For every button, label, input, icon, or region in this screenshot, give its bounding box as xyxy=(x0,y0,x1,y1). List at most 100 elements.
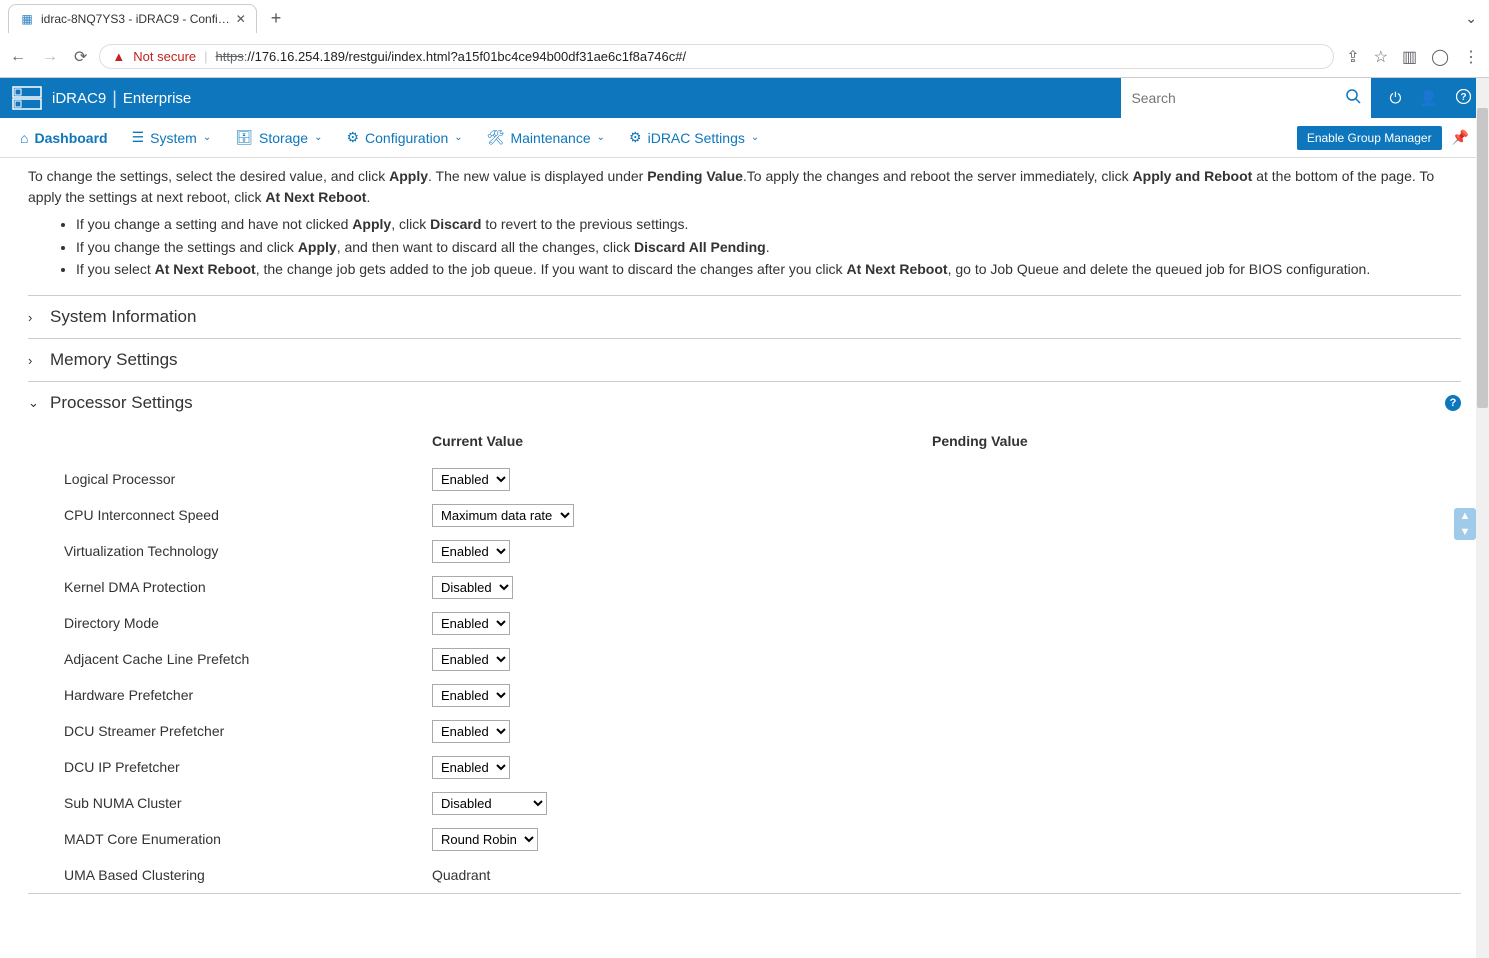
search-icon[interactable] xyxy=(1346,89,1361,108)
setting-label: Sub NUMA Cluster xyxy=(52,795,432,811)
warning-icon: ▲ xyxy=(112,49,125,64)
settings-row: Hardware PrefetcherEnabled xyxy=(52,677,1461,713)
section-title: System Information xyxy=(50,307,196,327)
column-pending-value: Pending Value xyxy=(932,433,1028,449)
header-search[interactable] xyxy=(1121,78,1371,118)
help-icon[interactable]: ? xyxy=(1456,89,1471,108)
setting-label: DCU IP Prefetcher xyxy=(52,759,432,775)
not-secure-label: Not secure xyxy=(133,49,196,64)
setting-label: UMA Based Clustering xyxy=(52,867,432,883)
app-container: iDRAC9 | Enterprise ⏻ 👤 ? ⌂ xyxy=(0,78,1489,958)
setting-select[interactable]: Disabled xyxy=(432,792,547,815)
settings-row: MADT Core EnumerationRound Robin xyxy=(52,821,1461,857)
chevron-down-icon: ⌄ xyxy=(751,132,759,143)
setting-select[interactable]: Enabled xyxy=(432,684,510,707)
sliders-icon: ⚙ xyxy=(346,129,359,146)
instructions: To change the settings, select the desir… xyxy=(28,166,1461,281)
nav-configuration[interactable]: ⚙ Configuration ⌄ xyxy=(346,129,462,146)
panel-icon[interactable]: ▥ xyxy=(1402,47,1417,67)
pin-icon[interactable]: 📌 xyxy=(1452,129,1469,146)
setting-static-value: Quadrant xyxy=(432,867,490,883)
setting-select[interactable]: Enabled xyxy=(432,756,510,779)
setting-select[interactable]: Enabled xyxy=(432,720,510,743)
settings-row: CPU Interconnect SpeedMaximum data rate xyxy=(52,497,1461,533)
chevron-down-icon: ⌄ xyxy=(203,132,211,143)
scroll-down-icon[interactable]: ▼ xyxy=(1454,524,1476,540)
svg-text:?: ? xyxy=(1460,92,1466,103)
setting-select[interactable]: Enabled xyxy=(432,648,510,671)
home-icon: ⌂ xyxy=(20,130,28,146)
section-help-icon[interactable]: ? xyxy=(1445,395,1461,411)
kebab-menu-icon[interactable]: ⋮ xyxy=(1463,47,1479,67)
nav-back-button[interactable]: ← xyxy=(10,48,26,66)
section-memory-settings: › Memory Settings xyxy=(28,338,1461,381)
chevron-down-icon: ⌄ xyxy=(28,395,42,411)
setting-select[interactable]: Enabled xyxy=(432,468,510,491)
storage-icon: 🗄 xyxy=(235,129,253,146)
profile-icon[interactable]: ◯ xyxy=(1431,47,1449,67)
setting-label: MADT Core Enumeration xyxy=(52,831,432,847)
browser-chrome: — ▢ ✕ ▦ idrac-8NQ7YS3 - iDRAC9 - Confi… … xyxy=(0,0,1489,78)
scroll-up-icon[interactable]: ▲ xyxy=(1454,508,1476,524)
section-header-processor[interactable]: ⌄ Processor Settings ? xyxy=(28,393,1461,413)
nav-storage-label: Storage xyxy=(259,130,308,146)
new-tab-button[interactable]: + xyxy=(263,8,290,29)
brand-left: iDRAC9 xyxy=(52,90,106,107)
setting-label: Directory Mode xyxy=(52,615,432,631)
section-header-sysinfo[interactable]: › System Information xyxy=(28,307,1461,327)
setting-select[interactable]: Disabled xyxy=(432,576,513,599)
section-system-information: › System Information xyxy=(28,295,1461,338)
setting-label: Virtualization Technology xyxy=(52,543,432,559)
instruction-item: If you change a setting and have not cli… xyxy=(76,214,1461,236)
settings-row: Logical ProcessorEnabled xyxy=(52,461,1461,497)
column-current-value: Current Value xyxy=(432,433,932,449)
idrac-logo-icon xyxy=(12,85,42,111)
setting-label: DCU Streamer Prefetcher xyxy=(52,723,432,739)
search-input[interactable] xyxy=(1131,90,1346,106)
chevron-right-icon: › xyxy=(28,310,42,325)
tab-favicon-icon: ▦ xyxy=(19,11,35,27)
setting-label: Adjacent Cache Line Prefetch xyxy=(52,651,432,667)
share-icon[interactable]: ⇪ xyxy=(1346,47,1359,67)
browser-tab[interactable]: ▦ idrac-8NQ7YS3 - iDRAC9 - Confi… ✕ xyxy=(8,4,257,33)
tab-close-button[interactable]: ✕ xyxy=(236,12,246,26)
processor-settings-table: Current Value Pending Value Logical Proc… xyxy=(52,425,1461,893)
enable-group-manager-button[interactable]: Enable Group Manager xyxy=(1297,126,1442,150)
scrollbar-track[interactable] xyxy=(1476,78,1489,958)
nav-idrac-settings[interactable]: ⚙ iDRAC Settings ⌄ xyxy=(629,129,759,146)
nav-storage[interactable]: 🗄 Storage ⌄ xyxy=(235,129,322,146)
nav-dashboard[interactable]: ⌂ Dashboard xyxy=(20,130,108,146)
setting-select[interactable]: Enabled xyxy=(432,540,510,563)
scrollbar-thumb[interactable] xyxy=(1477,108,1488,408)
setting-label: Logical Processor xyxy=(52,471,432,487)
settings-row: Virtualization TechnologyEnabled xyxy=(52,533,1461,569)
setting-select[interactable]: Round Robin xyxy=(432,828,538,851)
user-icon[interactable]: 👤 xyxy=(1419,89,1438,107)
setting-select[interactable]: Enabled xyxy=(432,612,510,635)
settings-row: Adjacent Cache Line PrefetchEnabled xyxy=(52,641,1461,677)
wrench-icon: 🛠 xyxy=(487,129,505,146)
nav-menu: ⌂ Dashboard ☰ System ⌄ 🗄 Storage ⌄ ⚙ Con… xyxy=(0,118,1489,158)
tab-overflow-button[interactable]: ⌄ xyxy=(1465,10,1477,27)
scroll-nav-widget[interactable]: ▲ ▼ xyxy=(1454,508,1476,540)
chevron-down-icon: ⌄ xyxy=(314,132,322,143)
nav-idrac-settings-label: iDRAC Settings xyxy=(648,130,745,146)
address-bar[interactable]: ▲ Not secure | https://176.16.254.189/re… xyxy=(99,44,1334,69)
setting-label: Kernel DMA Protection xyxy=(52,579,432,595)
setting-select[interactable]: Maximum data rate xyxy=(432,504,574,527)
power-icon[interactable]: ⏻ xyxy=(1389,90,1401,107)
section-processor-settings: ⌄ Processor Settings ? Current Value Pen… xyxy=(28,381,1461,894)
section-title: Memory Settings xyxy=(50,350,178,370)
settings-row: DCU Streamer PrefetcherEnabled xyxy=(52,713,1461,749)
nav-reload-button[interactable]: ⟳ xyxy=(74,47,87,67)
nav-forward-button[interactable]: → xyxy=(42,48,58,66)
settings-row: Directory ModeEnabled xyxy=(52,605,1461,641)
nav-system[interactable]: ☰ System ⌄ xyxy=(132,129,212,146)
bookmark-icon[interactable]: ☆ xyxy=(1374,47,1388,67)
nav-maintenance[interactable]: 🛠 Maintenance ⌄ xyxy=(487,129,605,146)
setting-label: CPU Interconnect Speed xyxy=(52,507,432,523)
nav-configuration-label: Configuration xyxy=(365,130,448,146)
section-header-memory[interactable]: › Memory Settings xyxy=(28,350,1461,370)
instruction-item: If you change the settings and click App… xyxy=(76,237,1461,259)
tab-strip: ▦ idrac-8NQ7YS3 - iDRAC9 - Confi… ✕ + ⌄ xyxy=(0,0,1489,36)
